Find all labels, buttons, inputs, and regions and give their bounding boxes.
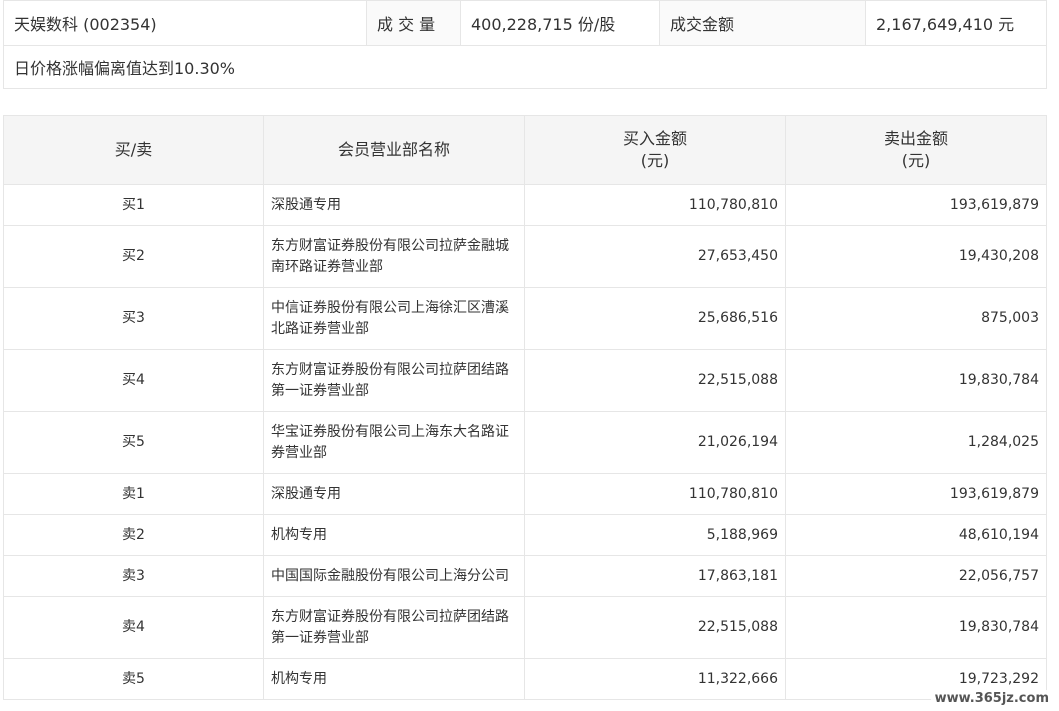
row-buy-amount: 21,026,194 — [524, 411, 786, 474]
amount-label: 成交金额 — [659, 0, 866, 46]
row-sell-amount: 1,284,025 — [785, 411, 1047, 474]
row-member-name: 东方财富证券股份有限公司拉萨团结路 第一证券营业部 — [263, 349, 525, 412]
site-watermark: www.365jz.com — [930, 690, 1053, 707]
row-member-name: 东方财富证券股份有限公司拉萨金融城 南环路证券营业部 — [263, 225, 525, 288]
row-sell-amount: 193,619,879 — [785, 473, 1047, 515]
table-row: 卖4 东方财富证券股份有限公司拉萨团结路 第一证券营业部 22,515,088 1… — [3, 596, 1047, 659]
row-sell-amount: 193,619,879 — [785, 184, 1047, 226]
row-member-name: 深股通专用 — [263, 184, 525, 226]
trading-seats-table: 买/卖 会员营业部名称 买入金额 (元) 卖出金额 (元) 买1 深股通专用 110… — [3, 115, 1047, 700]
row-buy-amount: 22,515,088 — [524, 596, 786, 659]
row-sell-amount: 22,056,757 — [785, 555, 1047, 597]
row-member-name: 东方财富证券股份有限公司拉萨团结路 第一证券营业部 — [263, 596, 525, 659]
row-sell-amount: 875,003 — [785, 287, 1047, 350]
row-side: 卖3 — [3, 555, 264, 597]
table-row: 卖2 机构专用 5,188,969 48,610,194 — [3, 514, 1047, 556]
row-side: 买1 — [3, 184, 264, 226]
row-side: 卖2 — [3, 514, 264, 556]
amount-value: 2,167,649,410 元 — [865, 0, 1047, 46]
table-row: 卖1 深股通专用 110,780,810 193,619,879 — [3, 473, 1047, 515]
row-side: 卖5 — [3, 658, 264, 700]
row-buy-amount: 27,653,450 — [524, 225, 786, 288]
row-side: 买2 — [3, 225, 264, 288]
row-side: 买4 — [3, 349, 264, 412]
header-member-name: 会员营业部名称 — [263, 115, 525, 185]
row-member-name: 中国国际金融股份有限公司上海分公司 — [263, 555, 525, 597]
table-row: 买3 中信证券股份有限公司上海徐汇区漕溪 北路证券营业部 25,686,516 8… — [3, 287, 1047, 350]
table-row: 买2 东方财富证券股份有限公司拉萨金融城 南环路证券营业部 27,653,450 … — [3, 225, 1047, 288]
row-side: 卖1 — [3, 473, 264, 515]
row-buy-amount: 11,322,666 — [524, 658, 786, 700]
table-row: 卖5 机构专用 11,322,666 19,723,292 — [3, 658, 1047, 700]
header-sell-amount: 卖出金额 (元) — [785, 115, 1047, 185]
header-side: 买/卖 — [3, 115, 264, 185]
row-buy-amount: 5,188,969 — [524, 514, 786, 556]
table-row: 买1 深股通专用 110,780,810 193,619,879 — [3, 184, 1047, 226]
note-row: 日价格涨幅偏离值达到10.30% — [3, 45, 1047, 89]
row-buy-amount: 110,780,810 — [524, 184, 786, 226]
summary-table: 天娱数科 (002354) 成 交 量 400,228,715 份/股 成交金额… — [3, 0, 1047, 89]
row-buy-amount: 22,515,088 — [524, 349, 786, 412]
row-member-name: 机构专用 — [263, 514, 525, 556]
row-sell-amount: 19,430,208 — [785, 225, 1047, 288]
stock-name: 天娱数科 (002354) — [3, 0, 367, 46]
row-sell-amount: 48,610,194 — [785, 514, 1047, 556]
row-member-name: 中信证券股份有限公司上海徐汇区漕溪 北路证券营业部 — [263, 287, 525, 350]
row-sell-amount: 19,830,784 — [785, 596, 1047, 659]
table-row: 卖3 中国国际金融股份有限公司上海分公司 17,863,181 22,056,7… — [3, 555, 1047, 597]
row-buy-amount: 110,780,810 — [524, 473, 786, 515]
row-member-name: 华宝证券股份有限公司上海东大名路证 券营业部 — [263, 411, 525, 474]
volume-value: 400,228,715 份/股 — [460, 0, 660, 46]
row-side: 买3 — [3, 287, 264, 350]
row-side: 买5 — [3, 411, 264, 474]
row-sell-amount: 19,830,784 — [785, 349, 1047, 412]
table-row: 买5 华宝证券股份有限公司上海东大名路证 券营业部 21,026,194 1,28… — [3, 411, 1047, 474]
row-buy-amount: 17,863,181 — [524, 555, 786, 597]
row-buy-amount: 25,686,516 — [524, 287, 786, 350]
deviation-note: 日价格涨幅偏离值达到10.30% — [3, 45, 1047, 89]
table-row: 买4 东方财富证券股份有限公司拉萨团结路 第一证券营业部 22,515,088 1… — [3, 349, 1047, 412]
row-member-name: 深股通专用 — [263, 473, 525, 515]
summary-row: 天娱数科 (002354) 成 交 量 400,228,715 份/股 成交金额… — [3, 0, 1047, 46]
row-side: 卖4 — [3, 596, 264, 659]
row-member-name: 机构专用 — [263, 658, 525, 700]
table-header-row: 买/卖 会员营业部名称 买入金额 (元) 卖出金额 (元) — [3, 115, 1047, 185]
volume-label: 成 交 量 — [366, 0, 461, 46]
header-buy-amount: 买入金额 (元) — [524, 115, 786, 185]
